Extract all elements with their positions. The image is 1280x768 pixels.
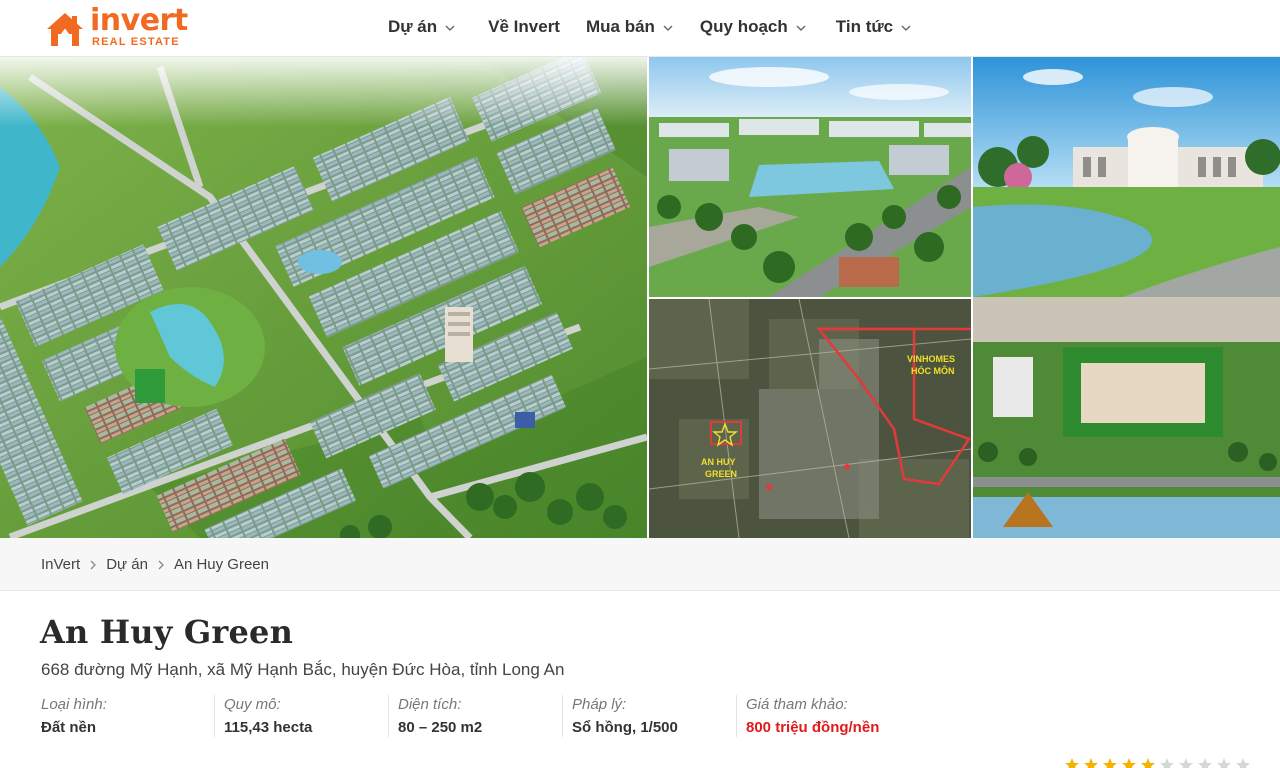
chevron-down-icon: [445, 25, 455, 31]
site-header: invert REAL ESTATE Dự án Về Invert Mua b…: [0, 0, 1280, 57]
spec-value: 80 – 250 m2: [398, 719, 483, 736]
spec-value: 115,43 hecta: [224, 719, 313, 736]
spec-label: Diện tích:: [398, 696, 462, 713]
star-empty-icon[interactable]: [1216, 757, 1232, 768]
project-specs: Loại hình: Đất nền Quy mô: 115,43 hecta …: [41, 695, 911, 737]
spec-type: Loại hình: Đất nền: [41, 695, 215, 737]
spec-scale: Quy mô: 115,43 hecta: [215, 695, 389, 737]
project-address: 668 đường Mỹ Hạnh, xã Mỹ Hạnh Bắc, huyện…: [41, 660, 565, 679]
price-value: 800 triệu đồng/nền: [746, 719, 880, 736]
nav-item-mua-ban[interactable]: Mua bán: [586, 17, 674, 37]
brand-tagline: REAL ESTATE: [92, 36, 180, 48]
breadcrumb: InVert Dự án An Huy Green: [41, 556, 269, 573]
chevron-right-icon: [90, 560, 97, 569]
house-logo-icon: [47, 13, 83, 46]
brand-logo[interactable]: invert REAL ESTATE: [44, 3, 188, 50]
main-nav: Dự án Về Invert Mua bán Quy hoạch Tin tứ…: [388, 17, 912, 37]
nav-item-ve-invert[interactable]: Về Invert: [488, 17, 560, 37]
gallery-image-master-plan[interactable]: [0, 57, 647, 538]
spec-label: Pháp lý:: [572, 696, 627, 713]
project-gallery: VINHOMES HÓC MÔN AN HUY GREEN: [0, 57, 1280, 538]
page-title: An Huy Green: [40, 613, 294, 651]
spec-label: Loại hình:: [41, 696, 107, 713]
star-empty-icon[interactable]: [1197, 757, 1213, 768]
chevron-down-icon: [901, 25, 911, 31]
breadcrumb-bar: InVert Dự án An Huy Green: [0, 538, 1280, 591]
nav-item-du-an[interactable]: Dự án: [388, 17, 456, 37]
star-empty-icon[interactable]: [1235, 757, 1251, 768]
map-label-hoc-mon: HÓC MÔN: [911, 365, 955, 376]
star-filled-icon[interactable]: [1121, 757, 1137, 768]
chevron-down-icon: [663, 25, 673, 31]
spec-legal: Pháp lý: Sổ hồng, 1/500: [563, 695, 737, 737]
nav-item-quy-hoach[interactable]: Quy hoạch: [700, 17, 807, 37]
breadcrumb-projects-link[interactable]: Dự án: [106, 556, 148, 573]
map-label-vinhomes: VINHOMES: [907, 354, 955, 364]
star-rating[interactable]: [1064, 757, 1251, 768]
gallery-image-clubhouse[interactable]: [973, 57, 1280, 538]
breadcrumb-current: An Huy Green: [173, 556, 269, 573]
spec-label: Giá tham khảo:: [746, 696, 848, 713]
spec-label: Quy mô:: [224, 696, 281, 713]
map-label-green: GREEN: [705, 469, 737, 479]
star-empty-icon[interactable]: [1159, 757, 1175, 768]
chevron-right-icon: [158, 560, 164, 569]
spec-value: Sổ hồng, 1/500: [572, 719, 678, 736]
star-filled-icon[interactable]: [1083, 757, 1099, 768]
breadcrumb-home-link[interactable]: InVert: [41, 556, 80, 573]
spec-value: Đất nền: [41, 719, 97, 736]
star-filled-icon[interactable]: [1064, 757, 1080, 768]
spec-price: Giá tham khảo: 800 triệu đồng/nền: [737, 695, 911, 737]
map-label-an-huy: AN HUY: [701, 457, 736, 467]
spec-area: Diện tích: 80 – 250 m2: [389, 695, 563, 737]
gallery-image-location-map[interactable]: VINHOMES HÓC MÔN AN HUY GREEN: [649, 299, 971, 538]
star-empty-icon[interactable]: [1178, 757, 1194, 768]
star-filled-icon[interactable]: [1102, 757, 1118, 768]
brand-name: invert: [90, 3, 188, 38]
star-filled-icon[interactable]: [1140, 757, 1156, 768]
gallery-image-park-view[interactable]: [649, 57, 971, 297]
chevron-down-icon: [796, 25, 806, 31]
nav-item-tin-tuc[interactable]: Tin tức: [836, 17, 912, 37]
